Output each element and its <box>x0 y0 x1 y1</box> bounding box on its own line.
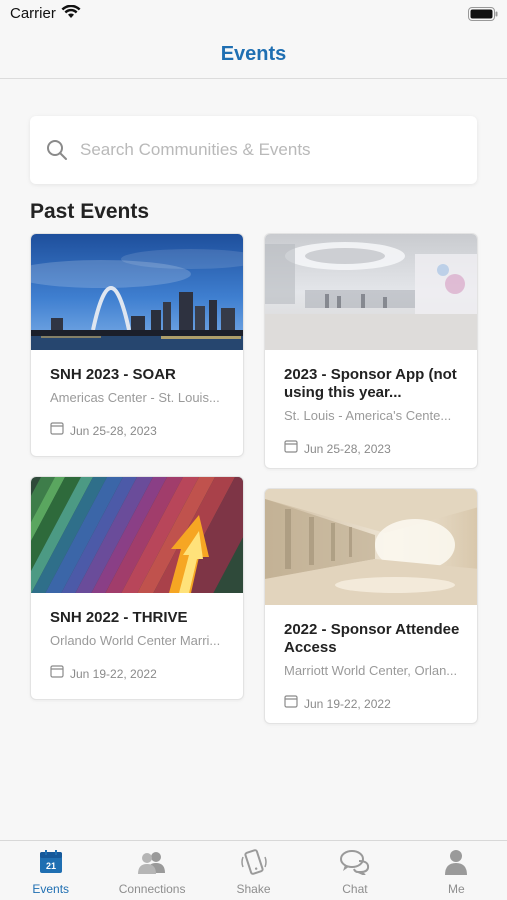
event-title: SNH 2022 - THRIVE <box>50 609 188 626</box>
page-title: Events <box>220 42 287 65</box>
search-bar[interactable] <box>30 116 477 184</box>
tab-label: Chat <box>342 882 368 896</box>
event-image-arrow <box>31 477 243 593</box>
event-date: Jun 25-28, 2023 <box>304 441 391 456</box>
tab-bar: 21 Events Connections Shake Chat Me <box>0 840 507 900</box>
event-title: 2022 - Sponsor Attendee Access <box>284 621 460 656</box>
tab-label: Events <box>32 882 70 896</box>
event-date: Jun 19-22, 2022 <box>304 696 391 711</box>
battery-icon <box>468 7 498 26</box>
search-input[interactable] <box>80 140 440 160</box>
event-date: Jun 19-22, 2022 <box>70 666 157 681</box>
tab-label: Connections <box>118 882 186 896</box>
search-icon <box>46 139 68 161</box>
people-icon <box>136 849 168 880</box>
event-venue: Americas Center - St. Louis... <box>50 390 220 405</box>
calendar-icon <box>284 694 298 713</box>
tab-label: Me <box>447 882 465 896</box>
event-card[interactable]: 2023 - Sponsor App (not using this year.… <box>264 233 478 469</box>
tab-events[interactable]: 21 Events <box>0 841 101 900</box>
tab-chat[interactable]: Chat <box>304 841 405 900</box>
event-date-row: Jun 19-22, 2022 <box>50 664 228 683</box>
carrier-label: Carrier <box>10 5 56 22</box>
wifi-icon <box>61 4 81 24</box>
event-card[interactable]: SNH 2023 - SOAR Americas Center - St. Lo… <box>30 233 244 457</box>
event-venue: Orlando World Center Marri... <box>50 633 221 648</box>
event-date: Jun 25-28, 2023 <box>70 423 157 438</box>
tab-shake[interactable]: Shake <box>203 841 304 900</box>
calendar-icon <box>284 439 298 458</box>
event-card[interactable]: SNH 2022 - THRIVE Orlando World Center M… <box>30 476 244 700</box>
calendar-icon: 21 <box>38 849 64 880</box>
event-title: SNH 2023 - SOAR <box>50 366 176 383</box>
event-venue: Marriott World Center, Orlan... <box>284 663 458 678</box>
calendar-icon <box>50 664 64 683</box>
tab-label: Shake <box>236 882 271 896</box>
calendar-icon <box>50 421 64 440</box>
event-title: 2023 - Sponsor App (not using this year.… <box>284 366 457 401</box>
section-title: Past Events <box>30 200 150 223</box>
event-image-corridor <box>265 489 477 605</box>
event-date-row: Jun 25-28, 2023 <box>284 439 462 458</box>
event-card[interactable]: 2022 - Sponsor Attendee Access Marriott … <box>264 488 478 724</box>
chat-bubbles-icon <box>339 849 371 880</box>
event-venue: St. Louis - America's Cente... <box>284 408 452 423</box>
tab-connections[interactable]: Connections <box>101 841 202 900</box>
event-image-skyline <box>31 234 243 350</box>
phone-shake-icon <box>239 849 269 880</box>
calendar-day-badge: 21 <box>46 861 56 871</box>
tab-me[interactable]: Me <box>406 841 507 900</box>
event-date-row: Jun 19-22, 2022 <box>284 694 462 713</box>
nav-bar: Events <box>0 30 507 79</box>
event-image-hall <box>265 234 477 350</box>
event-date-row: Jun 25-28, 2023 <box>50 421 228 440</box>
status-bar: Carrier <box>0 0 507 30</box>
person-icon <box>443 849 469 880</box>
